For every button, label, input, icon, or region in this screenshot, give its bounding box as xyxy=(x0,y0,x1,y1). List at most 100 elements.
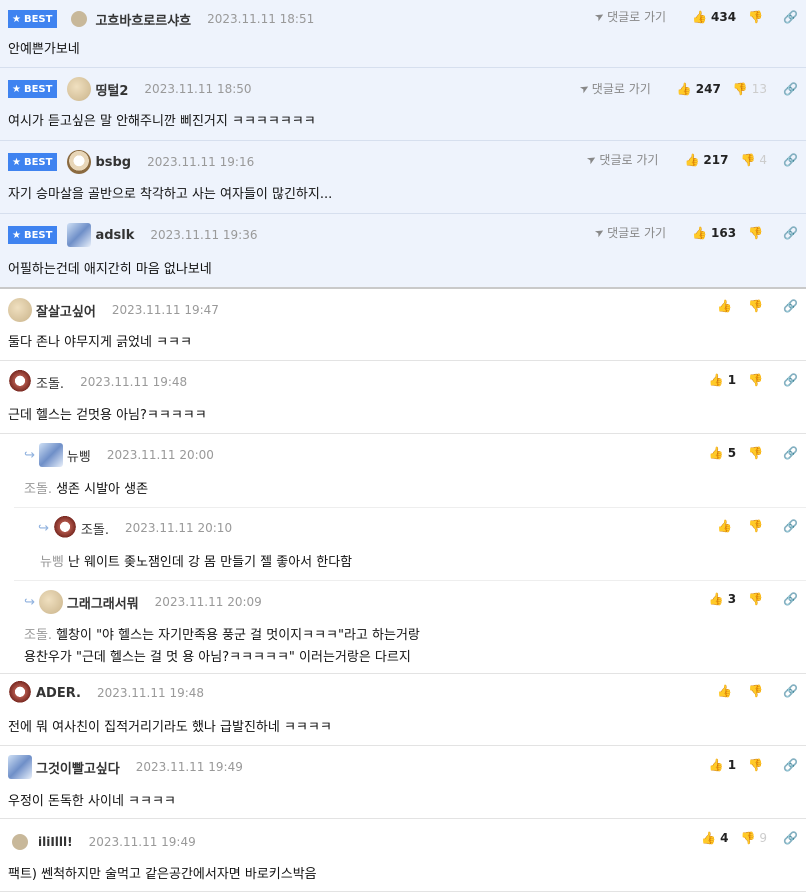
like-button[interactable]: 👍 163 xyxy=(692,226,736,240)
best-comment: ★ BEST 띵털2 2023.11.11 18:50 ➤ 댓글로 가기 👍 247 … xyxy=(0,68,806,141)
reply-arrow-icon: ↪ xyxy=(24,447,35,463)
like-button[interactable]: 👍 xyxy=(717,519,736,533)
dislike-button[interactable]: 👎 xyxy=(748,299,767,313)
star-icon: ★ xyxy=(12,229,21,241)
parent-nickname[interactable]: 뉴삥 xyxy=(40,555,64,570)
link-icon[interactable]: 🔗 xyxy=(783,758,798,772)
link-icon[interactable]: 🔗 xyxy=(783,82,798,96)
reply-arrow-icon: ↪ xyxy=(24,594,35,610)
comment-text: 뉴삥 난 웨이트 좆노잼인데 강 몸 만들기 젤 좋아서 한다함 xyxy=(40,555,353,570)
link-icon[interactable]: 🔗 xyxy=(783,153,798,167)
reply-arrow-icon: ↪ xyxy=(38,520,49,536)
goto-reply-link[interactable]: ➤ 댓글로 가기 xyxy=(576,80,651,97)
dislike-button[interactable]: 👎 xyxy=(748,226,767,240)
avatar[interactable] xyxy=(8,298,32,322)
arrow-icon: ➤ xyxy=(584,151,600,168)
nickname[interactable]: 조돌. xyxy=(81,519,109,538)
dislike-button[interactable]: 👎 xyxy=(748,10,767,24)
nickname[interactable]: ADER. xyxy=(36,686,81,701)
avatar[interactable] xyxy=(67,150,92,174)
dislike-button[interactable]: 👎 xyxy=(748,519,767,533)
link-icon[interactable]: 🔗 xyxy=(783,299,798,313)
dislike-button[interactable]: 👎 9 xyxy=(740,831,767,845)
avatar[interactable] xyxy=(8,370,32,394)
avatar[interactable] xyxy=(8,755,32,779)
like-button[interactable]: 👍 1 xyxy=(709,373,736,387)
comment-text: 우정이 돈독한 사이네 ㅋㅋㅋㅋ xyxy=(8,794,176,809)
thumbs-up-icon: 👍 xyxy=(708,446,724,460)
avatar[interactable] xyxy=(71,11,88,27)
like-button[interactable]: 👍 xyxy=(717,684,736,698)
link-icon[interactable]: 🔗 xyxy=(783,831,798,845)
avatar[interactable] xyxy=(38,590,63,614)
dislike-button[interactable]: 👎 xyxy=(748,684,767,698)
comment-text: 둘다 존나 야무지게 긁었네 ㅋㅋㅋ xyxy=(8,335,192,350)
dislike-button[interactable]: 👎 xyxy=(748,758,767,772)
like-button[interactable]: 👍 xyxy=(717,299,736,313)
nickname[interactable]: 조돌. xyxy=(36,373,64,392)
arrow-icon: ➤ xyxy=(576,80,592,97)
comment-header: ↪ 그래그래서뭐 2023.11.11 20:09 xyxy=(24,590,262,614)
thumbs-down-icon: 👎 xyxy=(748,299,764,313)
nickname[interactable]: 띵털2 xyxy=(95,80,128,99)
like-button[interactable]: 👍 434 xyxy=(692,10,736,24)
nickname[interactable]: 잘살고싶어 xyxy=(36,301,96,320)
timestamp: 2023.11.11 20:00 xyxy=(106,448,214,462)
parent-nickname[interactable]: 조돌. xyxy=(24,482,52,497)
link-icon[interactable]: 🔗 xyxy=(783,519,798,533)
goto-reply-link[interactable]: ➤ 댓글로 가기 xyxy=(584,151,659,168)
dislike-button[interactable]: 👎 4 xyxy=(740,153,767,167)
comment-actions: 👍 👎 🔗 xyxy=(705,519,798,533)
parent-nickname[interactable]: 조돌. xyxy=(24,628,52,643)
like-button[interactable]: 👍 1 xyxy=(709,758,736,772)
link-icon[interactable]: 🔗 xyxy=(783,684,798,698)
nickname[interactable]: adslk xyxy=(95,228,134,243)
thumbs-down-icon: 👎 xyxy=(748,225,764,240)
like-button[interactable]: 👍 3 xyxy=(709,592,736,606)
like-button[interactable]: 👍 5 xyxy=(709,446,736,460)
avatar[interactable] xyxy=(38,443,63,467)
reply-comment: ↪ 그래그래서뭐 2023.11.11 20:09 👍 3 👎 🔗 조돌. 헬창이 … xyxy=(0,580,806,674)
best-comment: ★ BEST 고흐바흐로르샤흐 2023.11.11 18:51 ➤ 댓글로 가기 … xyxy=(0,0,806,68)
avatar[interactable] xyxy=(12,834,28,850)
link-icon[interactable]: 🔗 xyxy=(783,10,798,24)
avatar[interactable] xyxy=(67,77,92,101)
comment-text: 팩트) 쎈척하지만 술먹고 같은공간에서자면 바로키스박음 xyxy=(8,867,317,882)
comment-actions: 👍 3 👎 🔗 xyxy=(697,592,798,606)
arrow-icon: ➤ xyxy=(592,8,607,25)
goto-reply-link[interactable]: ➤ 댓글로 가기 xyxy=(592,8,666,25)
nickname[interactable]: iliIlll! xyxy=(38,835,73,849)
comment-header: ★ BEST adslk 2023.11.11 19:36 xyxy=(8,223,257,247)
comment-actions: 👍 👎 🔗 xyxy=(705,299,798,313)
nickname[interactable]: 뉴삥 xyxy=(67,446,91,465)
reply-comment: ↪ 조돌. 2023.11.11 20:10 👍 👎 🔗 뉴삥 난 웨이트 좆노잼… xyxy=(0,507,806,580)
dislike-button[interactable]: 👎 xyxy=(748,592,767,606)
thumbs-up-icon: 👍 xyxy=(684,152,700,167)
avatar[interactable] xyxy=(8,681,32,705)
dislike-button[interactable]: 👎 xyxy=(748,446,767,460)
comment-text: 조돌. 생존 시발아 생존 xyxy=(24,482,149,497)
link-icon[interactable]: 🔗 xyxy=(783,446,798,460)
timestamp: 2023.11.11 19:16 xyxy=(147,155,255,169)
best-comment: ★ BEST bsbg 2023.11.11 19:16 ➤ 댓글로 가기 👍 217… xyxy=(0,141,806,214)
nickname[interactable]: bsbg xyxy=(95,155,131,170)
like-button[interactable]: 👍 217 xyxy=(684,153,728,167)
comment-text: 자기 승마살을 골반으로 착각하고 사는 여자들이 많긴하지... xyxy=(8,187,333,202)
avatar[interactable] xyxy=(67,223,92,247)
dislike-button[interactable]: 👎 xyxy=(748,373,767,387)
link-icon[interactable]: 🔗 xyxy=(783,592,798,606)
dislike-button[interactable]: 👎 13 xyxy=(733,82,767,96)
link-icon[interactable]: 🔗 xyxy=(783,226,798,240)
nickname[interactable]: 고흐바흐로르샤흐 xyxy=(95,10,191,29)
link-icon[interactable]: 🔗 xyxy=(783,373,798,387)
comment-header: 조돌. 2023.11.11 19:48 xyxy=(8,370,187,394)
goto-reply-link[interactable]: ➤ 댓글로 가기 xyxy=(592,224,666,241)
best-comment: ★ BEST adslk 2023.11.11 19:36 ➤ 댓글로 가기 👍 16… xyxy=(0,214,806,287)
nickname[interactable]: 그것이빨고싶다 xyxy=(36,758,120,777)
like-button[interactable]: 👍 247 xyxy=(677,82,721,96)
avatar[interactable] xyxy=(52,516,77,540)
like-button[interactable]: 👍 4 xyxy=(701,831,728,845)
thumbs-down-icon: 👎 xyxy=(732,81,748,96)
comment-actions: 👍 1 👎 🔗 xyxy=(697,758,798,772)
nickname[interactable]: 그래그래서뭐 xyxy=(67,593,139,612)
